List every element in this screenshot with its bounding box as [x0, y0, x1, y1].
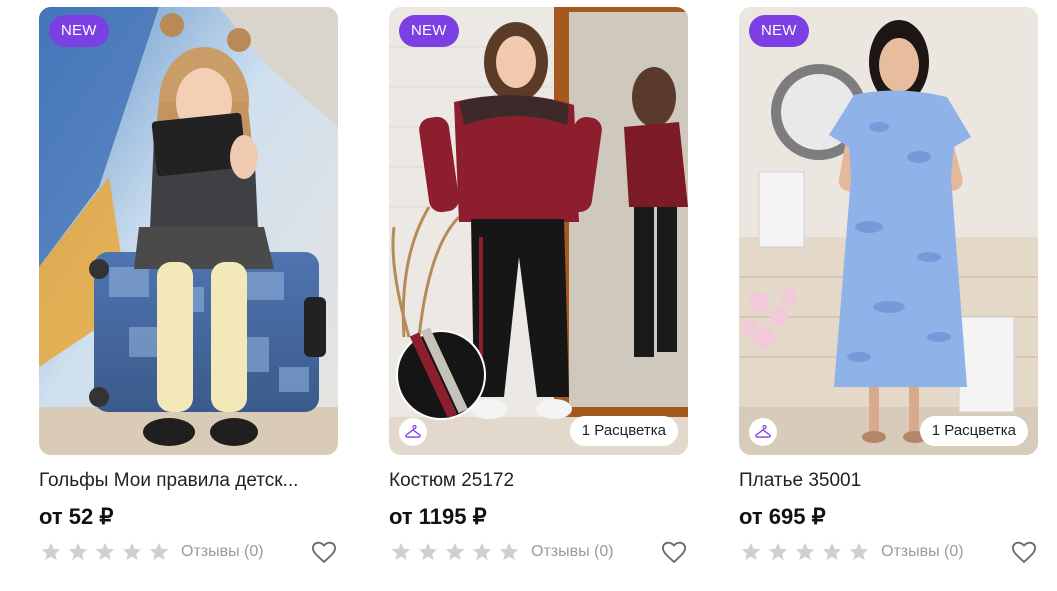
reviews-link[interactable]: Отзывы (0) — [531, 543, 614, 561]
product-image[interactable]: NEW — [39, 7, 338, 455]
new-badge: NEW — [749, 15, 809, 47]
reviews-link[interactable]: Отзывы (0) — [181, 543, 264, 561]
product-title[interactable]: Платье 35001 — [739, 470, 1038, 492]
similar-button[interactable] — [749, 418, 777, 446]
star-icon — [41, 542, 61, 561]
star-icon — [445, 542, 465, 561]
star-icon — [849, 542, 869, 561]
colorways-badge[interactable]: 1 Расцветка — [919, 416, 1028, 446]
product-meta: Отзывы (0) — [389, 538, 688, 566]
product-price: от 52 ₽ — [39, 504, 114, 529]
product-card[interactable]: NEW Гольфы Мои правила детск... от 52 ₽ … — [39, 7, 338, 566]
star-icon — [741, 542, 761, 561]
new-badge: NEW — [399, 15, 459, 47]
heart-outline-icon[interactable] — [1010, 538, 1038, 566]
star-icon — [95, 542, 115, 561]
colorways-badge[interactable]: 1 Расцветка — [569, 416, 678, 446]
hanger-icon — [405, 425, 421, 438]
star-icon — [768, 542, 788, 561]
star-icon — [418, 542, 438, 561]
star-icon — [795, 542, 815, 561]
star-icon — [149, 542, 169, 561]
product-meta: Отзывы (0) — [39, 538, 338, 566]
product-photo-tracksuit — [389, 7, 688, 455]
product-price: от 695 ₽ — [739, 504, 826, 529]
product-photo-dress — [739, 7, 1038, 455]
new-badge: NEW — [49, 15, 109, 47]
star-icon — [68, 542, 88, 561]
product-grid: NEW Гольфы Мои правила детск... от 52 ₽ … — [39, 7, 1038, 566]
product-meta: Отзывы (0) — [739, 538, 1038, 566]
product-image[interactable]: NEW 1 Расцветка — [739, 7, 1038, 455]
rating-stars — [740, 541, 870, 563]
rating-stars — [390, 541, 520, 563]
product-title[interactable]: Костюм 25172 — [389, 470, 688, 492]
star-icon — [822, 542, 842, 561]
star-icon — [391, 542, 411, 561]
product-title[interactable]: Гольфы Мои правила детск... — [39, 470, 338, 492]
product-image[interactable]: NEW 1 Расцветка — [389, 7, 688, 455]
hanger-icon — [755, 425, 771, 438]
star-icon — [122, 542, 142, 561]
product-photo-girl-socks — [39, 7, 338, 455]
product-card[interactable]: NEW 1 Расцветка Платье 35001 от 695 ₽ От… — [739, 7, 1038, 566]
heart-outline-icon[interactable] — [310, 538, 338, 566]
product-card[interactable]: NEW 1 Расцветка Костюм 25172 от 1195 ₽ О… — [389, 7, 688, 566]
rating-stars — [40, 541, 170, 563]
star-icon — [472, 542, 492, 561]
similar-button[interactable] — [399, 418, 427, 446]
reviews-link[interactable]: Отзывы (0) — [881, 543, 964, 561]
product-price: от 1195 ₽ — [389, 504, 487, 529]
star-icon — [499, 542, 519, 561]
heart-outline-icon[interactable] — [660, 538, 688, 566]
